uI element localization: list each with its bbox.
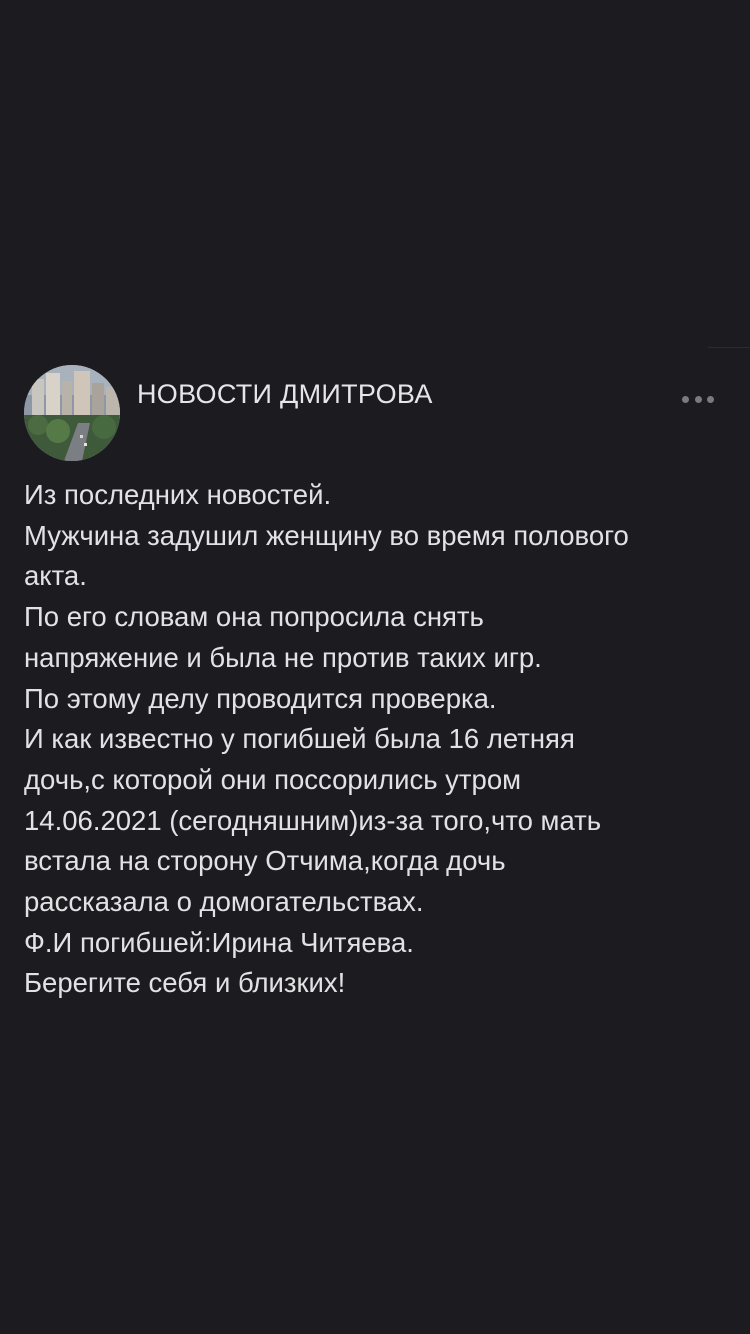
post-text: Из последних новостей. Мужчина задушил ж… (24, 475, 726, 1004)
post-text-line: встала на сторону Отчима,когда дочь (24, 845, 506, 877)
post-text-line: И как известно у погибшей была 16 летняя (24, 723, 575, 755)
post-text-line: дочь,с которой они поссорились утром (24, 763, 522, 795)
more-dot (694, 395, 702, 403)
more-options-icon[interactable] (682, 393, 714, 405)
post-card: НОВОСТИ ДМИТРОВА Из последних новостей. … (24, 365, 726, 1004)
post-text-line: По этому делу проводится проверка. (24, 682, 497, 714)
post-text-line: акта. (24, 560, 87, 592)
post-header: НОВОСТИ ДМИТРОВА (24, 365, 726, 462)
post-text-line: Ф.И погибшей:Ирина Читяева. (24, 926, 414, 958)
post-text-line: 14.06.2021 (сегодняшним)из-за того,что м… (24, 804, 602, 836)
more-dot (707, 395, 714, 403)
post-text-line: рассказала о домогательствах. (24, 886, 424, 918)
group-name[interactable]: НОВОСТИ ДМИТРОВА (137, 379, 433, 410)
post-text-line: Из последних новостей. (24, 479, 332, 510)
group-avatar[interactable] (24, 365, 120, 461)
post-text-line: Берегите себя и близких! (24, 967, 346, 999)
post-text-line: Мужчина задушил женщину во время половог… (24, 519, 629, 551)
post-text-line: напряжение и была не против таких игр. (24, 641, 542, 673)
avatar-city-image (24, 365, 120, 461)
post-text-line: По его словам она попросила снять (24, 601, 484, 633)
more-dot (682, 395, 689, 403)
top-divider (708, 347, 750, 348)
